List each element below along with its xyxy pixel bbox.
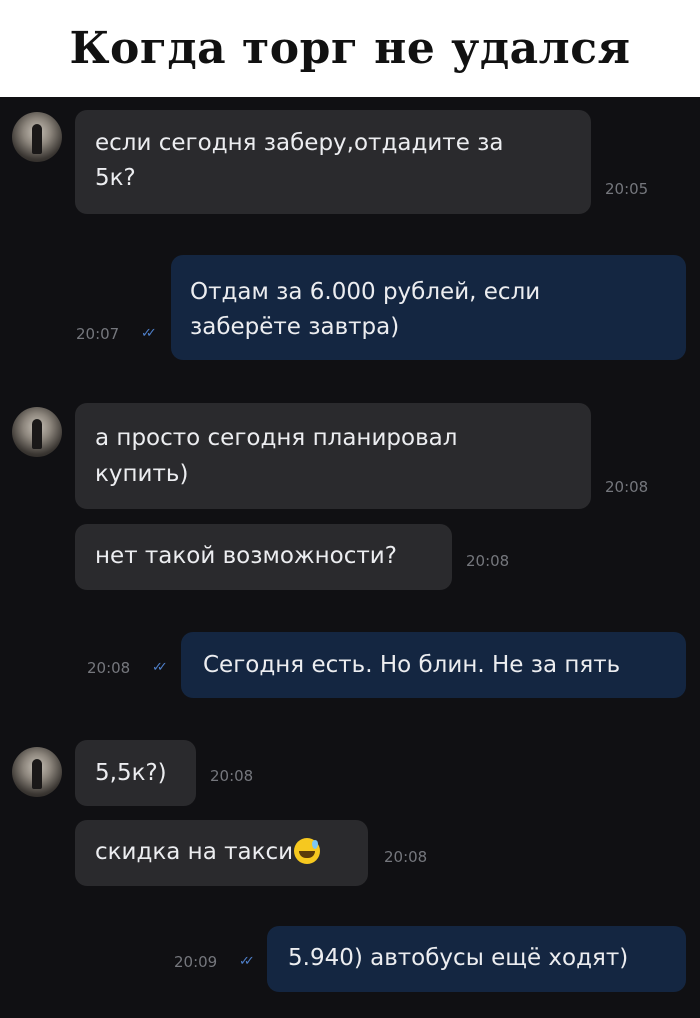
message-bubble-incoming[interactable]: 5,5к?) [75, 740, 196, 806]
read-ticks-icon: ✓✓ [141, 326, 157, 341]
avatar[interactable] [12, 407, 62, 457]
message-time: 20:07 [76, 325, 120, 343]
message-text: скидка на такси [95, 835, 321, 870]
message-text: заберёте завтра) [190, 314, 400, 340]
message-bubble-incoming[interactable]: а просто сегодня планировал купить) 20:0… [75, 403, 648, 509]
avatar[interactable] [12, 112, 62, 162]
chat-area[interactable]: если сегодня заберу,отдадите за 5к? 20:0… [0, 97, 700, 1018]
message-time: 20:08 [87, 659, 131, 677]
message-time: 20:08 [466, 552, 510, 570]
avatar[interactable] [12, 747, 62, 797]
message-time: 20:08 [605, 478, 649, 496]
message-bubble-outgoing[interactable]: Отдам за 6.000 рублей, если заберёте зав… [171, 255, 686, 360]
message-text: Сегодня есть. Но блин. Не за пять [203, 652, 621, 678]
message-bubble-incoming[interactable]: если сегодня заберу,отдадите за 5к? 20:0… [75, 110, 648, 214]
message-text: купить) [95, 461, 189, 487]
caption-title: Когда торг не удался [69, 23, 631, 74]
read-ticks-icon: ✓✓ [152, 660, 168, 675]
message-text: Отдам за 6.000 рублей, если [190, 279, 541, 305]
message-text: нет такой возможности? [95, 543, 397, 569]
message-time: 20:05 [605, 180, 649, 198]
message-text: 5.940) автобусы ещё ходят) [288, 945, 629, 971]
message-text: а просто сегодня планировал [95, 425, 458, 451]
message-bubble-incoming[interactable]: нет такой возможности? [75, 524, 452, 590]
message-time: 20:08 [210, 767, 254, 785]
message-bubble-incoming[interactable]: скидка на такси [75, 820, 368, 886]
message-text: 5,5к?) [95, 760, 167, 786]
read-ticks-icon: ✓✓ [239, 954, 255, 969]
message-text-content: скидка на такси [95, 839, 294, 865]
message-time: 20:09 [174, 953, 218, 971]
message-bubble-outgoing[interactable]: 5.940) автобусы ещё ходят) [267, 926, 686, 992]
message-time: 20:08 [384, 848, 428, 866]
message-text: если сегодня заберу,отдадите за [95, 130, 504, 156]
message-text: 5к? [95, 165, 136, 191]
grinning-sweat-emoji-icon [294, 838, 321, 864]
meme-caption-header: Когда торг не удался [0, 0, 700, 97]
message-bubble-outgoing[interactable]: Сегодня есть. Но блин. Не за пять [181, 632, 686, 698]
